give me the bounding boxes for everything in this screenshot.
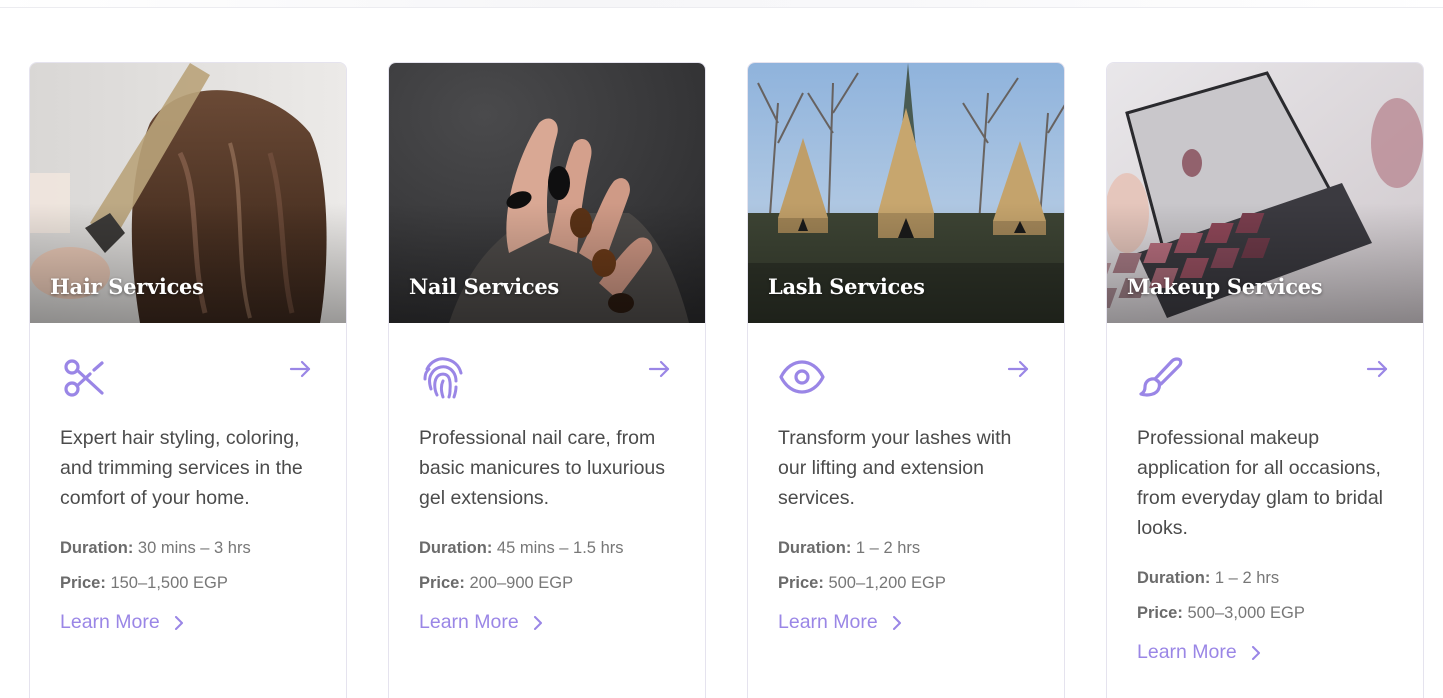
- duration-value: 30 mins – 3 hrs: [137, 539, 251, 557]
- hair-services-photo: Hair Services: [30, 63, 346, 323]
- card-meta: Duration: 1 – 2 hrs Price: 500–3,000 EGP: [1137, 561, 1393, 631]
- arrow-right-icon[interactable]: [1365, 357, 1389, 381]
- header-divider: [0, 0, 1443, 8]
- card-description: Professional nail care, from basic manic…: [419, 427, 666, 509]
- duration-value: 45 mins – 1.5 hrs: [496, 539, 624, 557]
- price-row: Price: 150–1,500 EGP: [60, 566, 316, 601]
- learn-more-link[interactable]: Learn More: [60, 611, 186, 634]
- price-row: Price: 500–3,000 EGP: [1137, 596, 1393, 631]
- duration-label: Duration:: [1137, 569, 1211, 587]
- duration-row: Duration: 30 mins – 3 hrs: [60, 531, 316, 566]
- fingerprint-icon: [423, 357, 463, 399]
- card-body: Professional nail care, from basic manic…: [389, 323, 705, 634]
- makeup-services-photo: Makeup Services: [1107, 63, 1423, 323]
- price-label: Price:: [60, 574, 106, 592]
- price-value: 500–1,200 EGP: [828, 574, 946, 592]
- card-title: Makeup Services: [1127, 274, 1323, 299]
- duration-row: Duration: 45 mins – 1.5 hrs: [419, 531, 675, 566]
- learn-more-label: Learn More: [1137, 641, 1237, 663]
- nail-services-photo: Nail Services: [389, 63, 705, 323]
- card-body: Expert hair styling, coloring, and trimm…: [30, 323, 346, 634]
- price-label: Price:: [419, 574, 465, 592]
- duration-value: 1 – 2 hrs: [855, 539, 921, 557]
- arrow-right-icon[interactable]: [288, 357, 312, 381]
- learn-more-link[interactable]: Learn More: [778, 611, 904, 634]
- duration-row: Duration: 1 – 2 hrs: [778, 531, 1034, 566]
- chevron-right-icon: [174, 615, 183, 630]
- image-shade: [1107, 203, 1423, 323]
- learn-more-link[interactable]: Learn More: [419, 611, 545, 634]
- card-title: Hair Services: [50, 274, 204, 299]
- card-description: Expert hair styling, coloring, and trimm…: [60, 427, 303, 509]
- card-meta: Duration: 45 mins – 1.5 hrs Price: 200–9…: [419, 531, 675, 601]
- price-row: Price: 200–900 EGP: [419, 566, 675, 601]
- service-card-hair: Hair Services Expert hair styling, color…: [29, 62, 347, 698]
- duration-label: Duration:: [778, 539, 852, 557]
- card-body: Professional makeup application for all …: [1107, 323, 1423, 664]
- price-label: Price:: [1137, 604, 1183, 622]
- learn-more-label: Learn More: [778, 611, 878, 633]
- arrow-right-icon[interactable]: [647, 357, 671, 381]
- duration-value: 1 – 2 hrs: [1214, 569, 1280, 587]
- lash-services-photo: Lash Services: [748, 63, 1064, 323]
- chevron-right-icon: [533, 615, 542, 630]
- duration-row: Duration: 1 – 2 hrs: [1137, 561, 1393, 596]
- card-title: Lash Services: [768, 274, 925, 299]
- card-description: Transform your lashes with our lifting a…: [778, 427, 1012, 509]
- learn-more-link[interactable]: Learn More: [1137, 641, 1263, 664]
- price-label: Price:: [778, 574, 824, 592]
- price-value: 200–900 EGP: [469, 574, 574, 592]
- image-shade: [748, 203, 1064, 323]
- price-row: Price: 500–1,200 EGP: [778, 566, 1034, 601]
- chevron-right-icon: [892, 615, 901, 630]
- price-value: 500–3,000 EGP: [1187, 604, 1305, 622]
- arrow-right-icon[interactable]: [1006, 357, 1030, 381]
- card-title: Nail Services: [409, 274, 559, 299]
- price-value: 150–1,500 EGP: [110, 574, 228, 592]
- service-card-makeup: Makeup Services Professional makeup appl…: [1106, 62, 1424, 698]
- duration-label: Duration:: [419, 539, 493, 557]
- image-shade: [30, 203, 346, 323]
- services-grid: Hair Services Expert hair styling, color…: [29, 62, 1424, 698]
- chevron-right-icon: [1251, 645, 1260, 660]
- duration-label: Duration:: [60, 539, 134, 557]
- image-shade: [389, 203, 705, 323]
- service-card-nail: Nail Services Professional nail care, fr…: [388, 62, 706, 698]
- card-body: Transform your lashes with our lifting a…: [748, 323, 1064, 634]
- card-description: Professional makeup application for all …: [1137, 427, 1384, 539]
- learn-more-label: Learn More: [419, 611, 519, 633]
- scissors-icon: [64, 359, 104, 397]
- card-meta: Duration: 30 mins – 3 hrs Price: 150–1,5…: [60, 531, 316, 601]
- eye-icon: [779, 360, 825, 394]
- service-card-lash: Lash Services Transform your lashes with…: [747, 62, 1065, 698]
- learn-more-label: Learn More: [60, 611, 160, 633]
- brush-icon: [1139, 357, 1183, 397]
- card-meta: Duration: 1 – 2 hrs Price: 500–1,200 EGP: [778, 531, 1034, 601]
